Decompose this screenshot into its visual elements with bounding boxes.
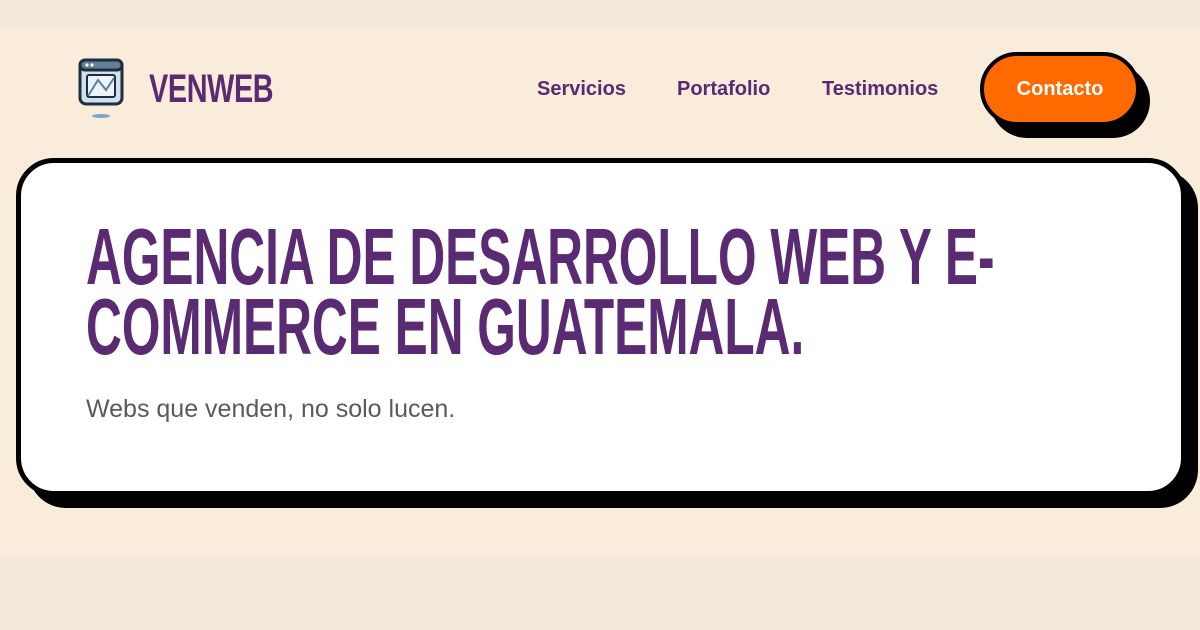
browser-window-icon: [78, 58, 126, 120]
hero-subline: Webs que venden, no solo lucen.: [86, 395, 456, 423]
page: VENWEB Servicios Portafolio Testimonios …: [0, 0, 1200, 630]
logo[interactable]: [78, 58, 126, 120]
hero-headline: AGENCIA DE DESARROLLO WEB Y E- COMMERCE …: [86, 217, 994, 371]
hero-headline-line-2: COMMERCE EN GUATEMALA.: [86, 282, 805, 371]
contact-button[interactable]: Contacto: [980, 52, 1140, 126]
brand-name[interactable]: VENWEB: [149, 66, 274, 112]
nav-link-servicios[interactable]: Servicios: [537, 76, 626, 102]
nav-link-testimonios[interactable]: Testimonios: [822, 76, 938, 102]
nav-link-portafolio[interactable]: Portafolio: [677, 76, 770, 102]
